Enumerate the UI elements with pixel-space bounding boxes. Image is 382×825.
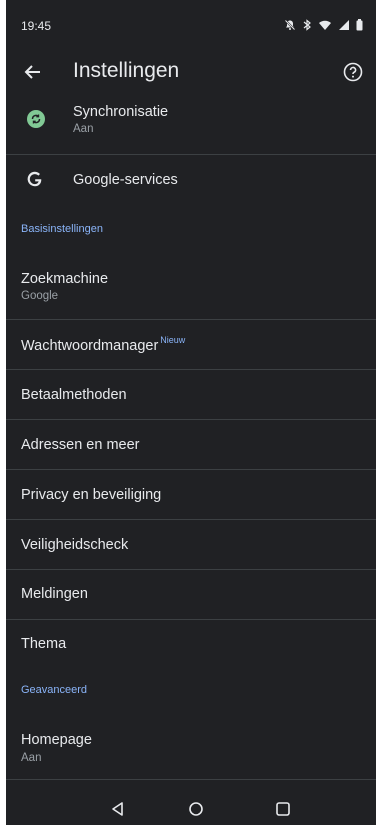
- homepage-label: Homepage: [21, 732, 92, 748]
- section-header-advanced: Geavanceerd: [21, 684, 88, 696]
- payment-methods-row[interactable]: Betaalmethoden: [6, 370, 376, 419]
- sync-row[interactable]: Synchronisatie Aan: [6, 100, 376, 154]
- payment-methods-label: Betaalmethoden: [21, 387, 127, 403]
- section-header-basic: Basisinstellingen: [21, 223, 103, 235]
- notifications-label: Meldingen: [21, 586, 88, 602]
- help-button[interactable]: [342, 61, 364, 83]
- privacy-row[interactable]: Privacy en beveiliging: [6, 470, 376, 519]
- page-title: Instellingen: [73, 59, 180, 82]
- nav-recents-button[interactable]: [273, 799, 293, 819]
- password-manager-label: Wachtwoordmanager Nieuw: [21, 335, 186, 354]
- arrow-back-icon: [24, 65, 40, 79]
- sync-status: Aan: [73, 123, 94, 135]
- square-recents-icon: [276, 802, 290, 816]
- system-nav-bar: [6, 793, 376, 825]
- status-time: 19:45: [21, 19, 52, 33]
- divider: [6, 779, 376, 780]
- privacy-label: Privacy en beveiliging: [21, 487, 162, 503]
- google-services-row[interactable]: Google-services: [6, 155, 376, 205]
- sync-icon: [27, 110, 45, 133]
- homepage-row[interactable]: Homepage Aan: [6, 718, 376, 778]
- wifi-icon: [318, 18, 332, 36]
- battery-icon: [356, 18, 363, 36]
- settings-screen: 19:45 Instellingen Synchronisatie Aan Go…: [6, 0, 376, 825]
- new-badge: Nieuw: [160, 335, 186, 345]
- triangle-back-icon: [112, 802, 123, 816]
- addresses-row[interactable]: Adressen en meer: [6, 420, 376, 469]
- bluetooth-icon: [302, 18, 312, 36]
- safety-check-row[interactable]: Veiligheidscheck: [6, 520, 376, 569]
- google-icon: [27, 171, 43, 192]
- search-engine-label: Zoekmachine: [21, 271, 109, 287]
- safety-check-label: Veiligheidscheck: [21, 537, 129, 553]
- nav-home-button[interactable]: [186, 799, 206, 819]
- sync-label: Synchronisatie: [73, 104, 169, 120]
- help-icon: [343, 62, 363, 82]
- search-engine-row[interactable]: Zoekmachine Google: [6, 258, 376, 318]
- status-bar: 19:45: [6, 0, 376, 44]
- back-button[interactable]: [20, 59, 46, 85]
- homepage-value: Aan: [21, 752, 42, 764]
- notifications-off-icon: [284, 18, 296, 36]
- notifications-row[interactable]: Meldingen: [6, 570, 376, 619]
- status-icons: [284, 18, 363, 36]
- signal-icon: [338, 18, 350, 36]
- google-services-label: Google-services: [73, 172, 178, 188]
- circle-home-icon: [189, 802, 203, 816]
- password-manager-row[interactable]: Wachtwoordmanager Nieuw: [6, 320, 376, 369]
- password-manager-text: Wachtwoordmanager: [21, 338, 159, 354]
- search-engine-value: Google: [21, 290, 59, 302]
- theme-row[interactable]: Thema: [6, 620, 376, 669]
- theme-label: Thema: [21, 636, 67, 652]
- app-bar: Instellingen: [6, 50, 376, 98]
- addresses-label: Adressen en meer: [21, 437, 140, 453]
- nav-back-button[interactable]: [108, 799, 128, 819]
